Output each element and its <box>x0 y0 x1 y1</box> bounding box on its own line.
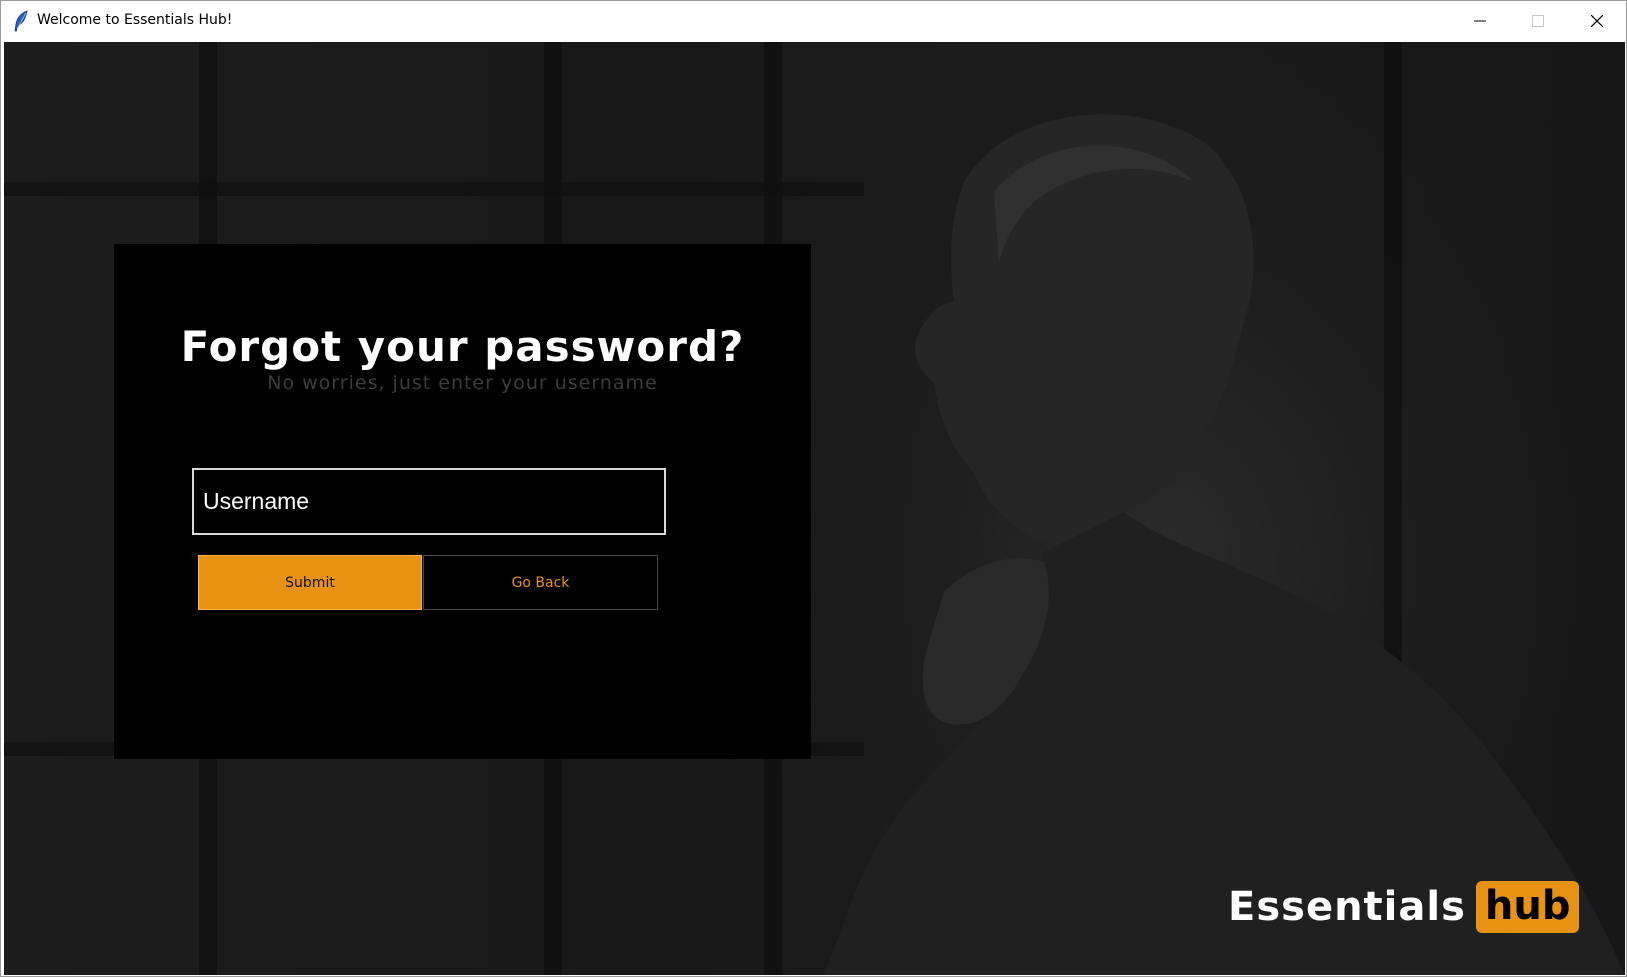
close-icon <box>1591 15 1603 27</box>
brand-logo: Essentials hub <box>1228 880 1580 934</box>
go-back-button-label: Go Back <box>511 574 570 591</box>
app-window: Welcome to Essentials Hub! Forgot your p… <box>0 0 1627 977</box>
window-title: Welcome to Essentials Hub! <box>37 12 233 28</box>
maximize-button[interactable] <box>1509 1 1567 41</box>
title-bar[interactable]: Welcome to Essentials Hub! <box>1 1 1626 41</box>
forgot-password-panel: Forgot your password? No worries, just e… <box>114 244 811 759</box>
submit-button[interactable]: Submit <box>198 555 422 610</box>
page-subtitle: No worries, just enter your username <box>267 372 658 394</box>
submit-button-label: Submit <box>285 574 335 591</box>
feather-icon <box>13 10 29 32</box>
minimize-button[interactable] <box>1451 1 1509 41</box>
brand-logo-badge: hub <box>1475 881 1580 933</box>
go-back-button[interactable]: Go Back <box>423 555 658 610</box>
window-content: Forgot your password? No worries, just e… <box>4 42 1625 975</box>
maximize-icon <box>1532 15 1544 27</box>
brand-logo-word: Essentials <box>1228 884 1466 930</box>
page-title: Forgot your password? <box>180 322 745 371</box>
minimize-icon <box>1474 20 1486 22</box>
background-person-silhouette <box>824 114 1624 975</box>
close-button[interactable] <box>1568 1 1626 41</box>
username-input[interactable] <box>192 468 666 535</box>
background-window-frame <box>4 182 864 196</box>
